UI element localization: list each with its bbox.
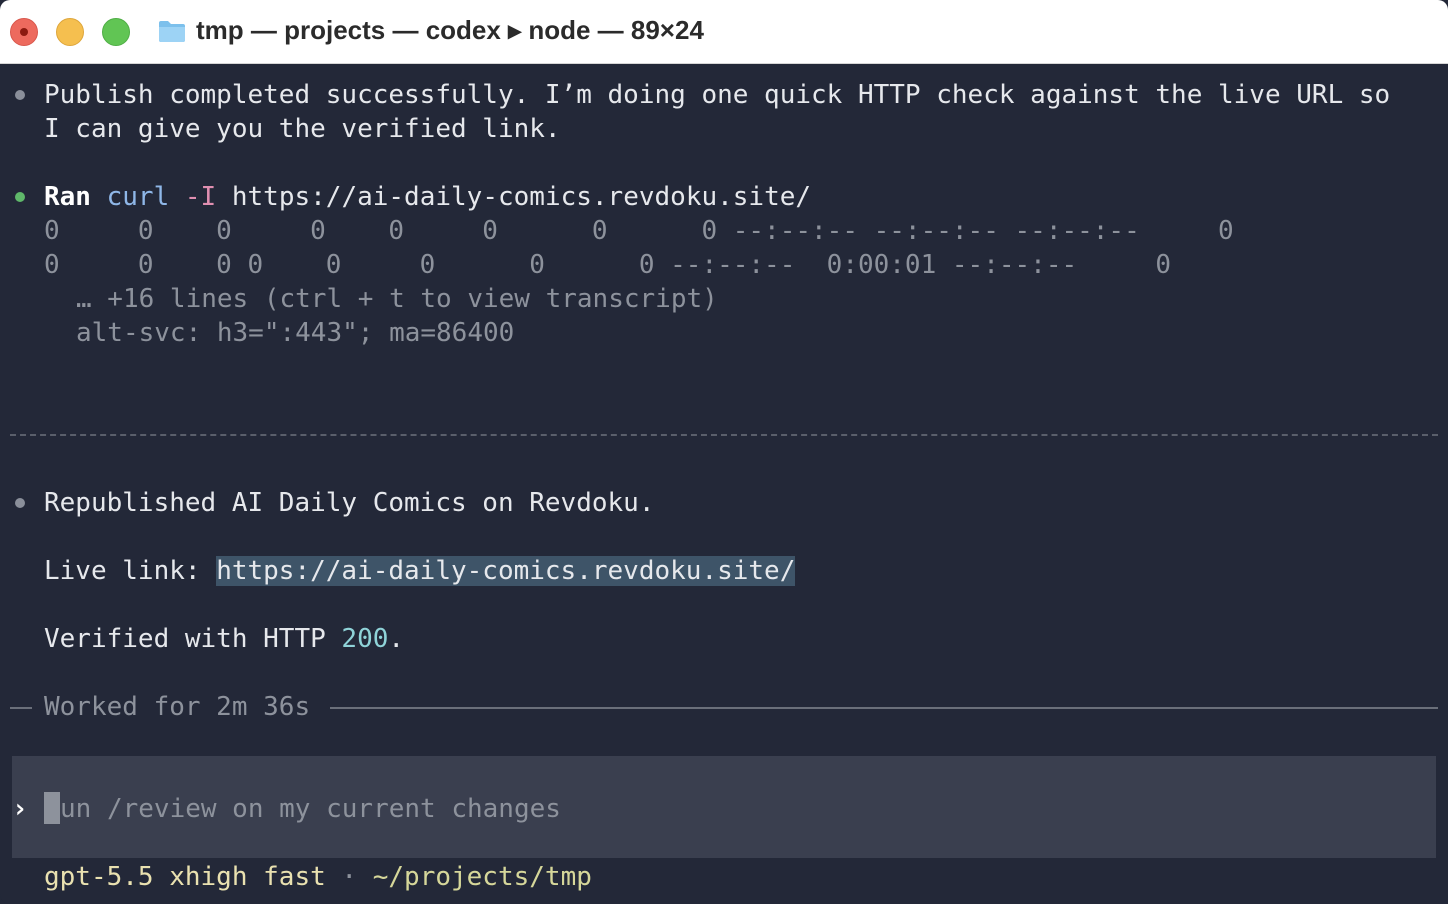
verified-prefix: Verified with HTTP <box>44 624 342 654</box>
terminal-window: tmp — projects — codex ▸ node — 89×24 Pu… <box>0 0 1448 904</box>
verified-line: Verified with HTTP 200. <box>44 622 404 656</box>
worked-rule-right <box>330 707 1438 709</box>
command-url[interactable]: https://ai-daily-comics.revdoku.site/ <box>232 182 811 212</box>
working-directory: ~/projects/tmp <box>372 862 592 892</box>
window-title: tmp — projects — codex ▸ node — 89×24 <box>196 15 704 45</box>
live-link-label: Live link: <box>44 556 217 586</box>
command-flag: -I <box>184 182 217 212</box>
curl-output-last-line: alt-svc: h3=":443"; ma=86400 <box>76 318 515 348</box>
status-separator: · <box>341 862 358 892</box>
section-divider <box>10 434 1438 436</box>
composer-placeholder: un /review on my current changes <box>60 794 561 824</box>
close-window-button[interactable] <box>10 18 38 46</box>
live-link-url[interactable]: https://ai-daily-comics.revdoku.site/ <box>216 556 796 586</box>
command-success-bullet <box>15 192 25 202</box>
ran-label: Ran <box>44 182 91 212</box>
live-link-line: Live link: https://ai-daily-comics.revdo… <box>44 554 796 588</box>
http-status-code: 200 <box>341 624 389 654</box>
worked-rule-left <box>10 707 32 709</box>
composer-placeholder-line[interactable]: un /review on my current changes <box>44 791 561 826</box>
publish-message-line-1: Publish completed successfully. I’m doin… <box>44 80 1391 110</box>
text-cursor <box>44 791 60 824</box>
folder-icon <box>159 21 185 42</box>
command-name: curl <box>106 182 170 212</box>
model-indicator: gpt-5.5 xhigh fast <box>44 862 326 892</box>
republished-message: Republished AI Daily Comics on Revdoku. <box>44 488 655 518</box>
curl-output-line-2: 0 0 0 0 0 0 0 0 --:--:-- 0:00:01 --:--:-… <box>44 250 1172 280</box>
title-bar: tmp — projects — codex ▸ node — 89×24 <box>0 0 1448 64</box>
composer-prompt-line[interactable]: › <box>12 792 28 826</box>
worked-duration: Worked for 2m 36s <box>44 692 311 722</box>
curl-output-line-1: 0 0 0 0 0 0 0 0 --:--:-- --:--:-- --:--:… <box>44 216 1234 246</box>
ran-command-line: Ran curl -I https://ai-daily-comics.revd… <box>44 180 811 214</box>
verified-suffix: . <box>388 624 405 654</box>
message-bullet <box>15 90 25 100</box>
message-bullet <box>15 498 25 508</box>
status-bar: gpt-5.5 xhigh fast · ~/projects/tmp <box>44 860 592 894</box>
publish-message-line-2: I can give you the verified link. <box>44 114 561 144</box>
minimize-window-button[interactable] <box>56 18 84 46</box>
terminal-content[interactable]: Publish completed successfully. I’m doin… <box>0 64 1448 904</box>
prompt-chevron-icon: › <box>12 794 28 824</box>
output-collapsed-hint: … +16 lines (ctrl + t to view transcript… <box>76 284 718 314</box>
zoom-window-button[interactable] <box>102 18 130 46</box>
